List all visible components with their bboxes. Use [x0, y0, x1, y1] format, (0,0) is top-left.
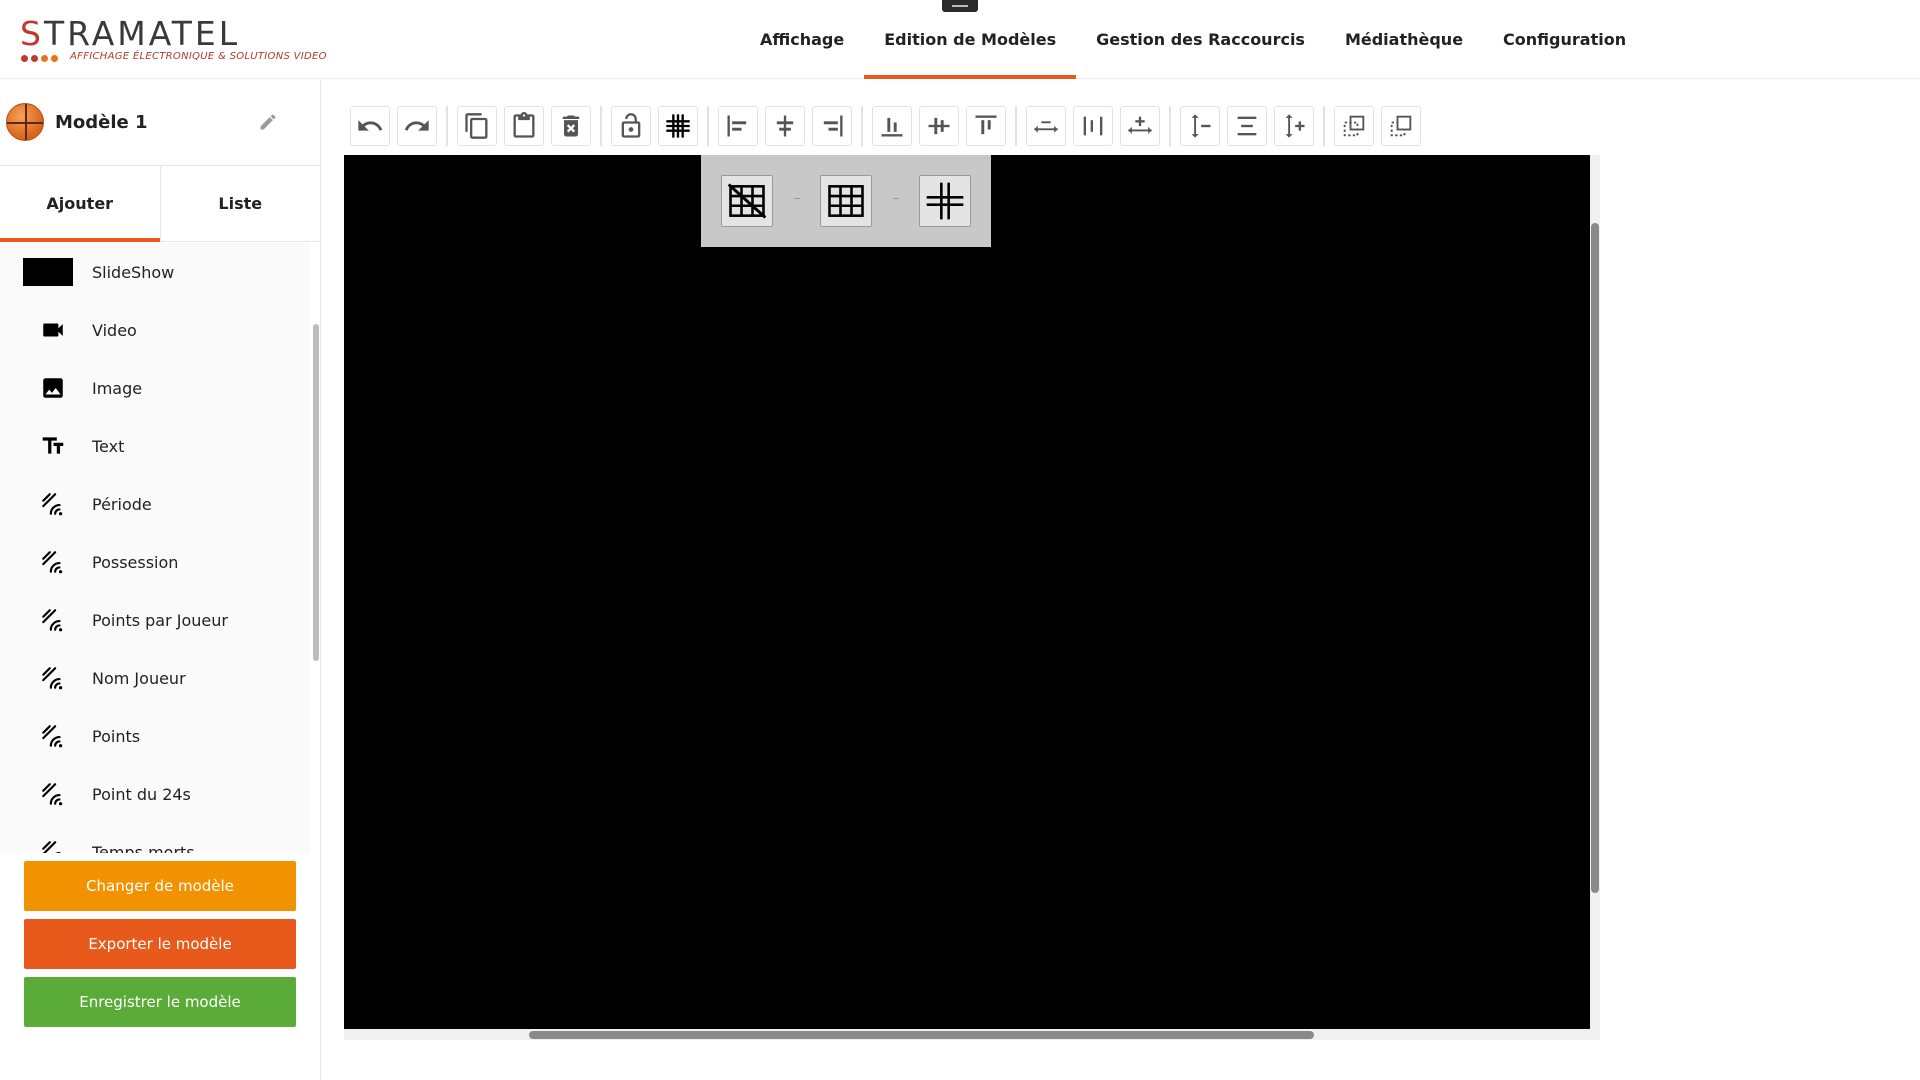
copy-icon[interactable]	[457, 106, 497, 146]
tab-configuration[interactable]: Configuration	[1483, 0, 1646, 79]
list-item-points[interactable]: Points	[0, 707, 310, 765]
main-nav: Affichage Edition de Modèles Gestion des…	[740, 0, 1646, 79]
paste-icon[interactable]	[504, 106, 544, 146]
send-backward-icon[interactable]	[1334, 106, 1374, 146]
logo-wordmark: STRAMATEL	[20, 14, 241, 53]
canvas-vertical-scrollbar[interactable]	[1591, 223, 1599, 893]
widget-label: Video	[92, 320, 137, 340]
align-bottom-icon[interactable]	[872, 106, 912, 146]
image-icon	[28, 375, 78, 401]
change-model-button[interactable]: Changer de modèle	[24, 861, 296, 911]
list-item-image[interactable]: Image	[0, 359, 310, 417]
scoreboard-signal-icon	[28, 491, 78, 517]
pencil-icon[interactable]	[258, 112, 278, 132]
scoreboard-signal-icon	[28, 607, 78, 633]
height-increase-icon[interactable]	[1274, 106, 1314, 146]
widget-label: Text	[92, 436, 125, 456]
guides-icon[interactable]	[919, 175, 971, 227]
distribute-horizontal-icon[interactable]	[1026, 106, 1066, 146]
align-right-icon[interactable]	[812, 106, 852, 146]
logo-dots	[21, 55, 58, 62]
widget-list[interactable]: SlideShow Video Image Text Période Posse…	[0, 243, 310, 853]
model-header: Modèle 1	[0, 80, 320, 166]
slideshow-icon	[23, 258, 78, 286]
distribute-vertical-icon[interactable]	[1227, 106, 1267, 146]
canvas-area	[344, 155, 1600, 1040]
tab-mediatheque[interactable]: Médiathèque	[1325, 0, 1483, 79]
list-item-temps-morts[interactable]: Temps morts	[0, 823, 310, 853]
widget-label: Période	[92, 494, 152, 514]
scoreboard-signal-icon	[28, 839, 78, 853]
widget-label: Points par Joueur	[92, 610, 228, 630]
basketball-icon	[6, 103, 44, 141]
widget-label: Point du 24s	[92, 784, 191, 804]
list-item-video[interactable]: Video	[0, 301, 310, 359]
tab-affichage[interactable]: Affichage	[740, 0, 864, 79]
list-item-points-par-joueur[interactable]: Points par Joueur	[0, 591, 310, 649]
scoreboard-signal-icon	[28, 723, 78, 749]
app-header: STRAMATEL AFFICHAGE ÉLECTRONIQUE & SOLUT…	[0, 0, 1920, 79]
sidebar: Modèle 1 Ajouter Liste SlideShow Video I…	[0, 80, 321, 1080]
align-left-icon[interactable]	[718, 106, 758, 146]
widget-label: Temps morts	[92, 842, 195, 854]
redo-icon[interactable]	[397, 106, 437, 146]
undo-icon[interactable]	[350, 106, 390, 146]
save-model-button[interactable]: Enregistrer le modèle	[24, 977, 296, 1027]
list-item-nom-joueur[interactable]: Nom Joueur	[0, 649, 310, 707]
delete-icon[interactable]	[551, 106, 591, 146]
grid-options-popup	[701, 155, 991, 247]
stramatel-logo[interactable]: STRAMATEL AFFICHAGE ÉLECTRONIQUE & SOLUT…	[20, 14, 327, 70]
widget-list-scrollbar[interactable]	[313, 324, 319, 661]
tab-liste[interactable]: Liste	[159, 166, 321, 241]
export-model-button[interactable]: Exporter le modèle	[24, 919, 296, 969]
lock-icon[interactable]	[611, 106, 651, 146]
list-item-point-du-24s[interactable]: Point du 24s	[0, 765, 310, 823]
widget-label: Nom Joueur	[92, 668, 186, 688]
list-item-slideshow[interactable]: SlideShow	[0, 243, 310, 301]
widget-label: SlideShow	[92, 262, 175, 282]
no-grid-icon[interactable]	[721, 175, 773, 227]
widget-label: Possession	[92, 552, 179, 572]
grid-icon[interactable]	[820, 175, 872, 227]
space-horizontal-icon[interactable]	[1073, 106, 1113, 146]
logo-tagline: AFFICHAGE ÉLECTRONIQUE & SOLUTIONS VIDEO	[70, 51, 327, 62]
model-canvas[interactable]	[344, 155, 1590, 1029]
align-middle-vertical-icon[interactable]	[919, 106, 959, 146]
editor-toolbar	[350, 104, 1428, 148]
align-top-icon[interactable]	[966, 106, 1006, 146]
grid-icon[interactable]	[658, 106, 698, 146]
scoreboard-signal-icon	[28, 781, 78, 807]
tab-gestion-raccourcis[interactable]: Gestion des Raccourcis	[1076, 0, 1325, 79]
list-item-possession[interactable]: Possession	[0, 533, 310, 591]
widget-label: Image	[92, 378, 143, 398]
bring-forward-icon[interactable]	[1381, 106, 1421, 146]
tab-ajouter[interactable]: Ajouter	[0, 166, 160, 242]
video-camera-icon	[28, 317, 78, 343]
list-item-periode[interactable]: Période	[0, 475, 310, 533]
widget-label: Points	[92, 726, 141, 746]
sidebar-tabs: Ajouter Liste	[0, 166, 320, 242]
stretch-horizontal-icon[interactable]	[1120, 106, 1160, 146]
text-icon	[28, 433, 78, 459]
list-item-text[interactable]: Text	[0, 417, 310, 475]
scoreboard-signal-icon	[28, 665, 78, 691]
height-decrease-icon[interactable]	[1180, 106, 1220, 146]
canvas-horizontal-scrollbar[interactable]	[529, 1031, 1314, 1039]
tab-edition-modeles[interactable]: Edition de Modèles	[864, 0, 1077, 79]
align-center-horizontal-icon[interactable]	[765, 106, 805, 146]
scoreboard-signal-icon	[28, 549, 78, 575]
model-name: Modèle 1	[55, 112, 148, 133]
